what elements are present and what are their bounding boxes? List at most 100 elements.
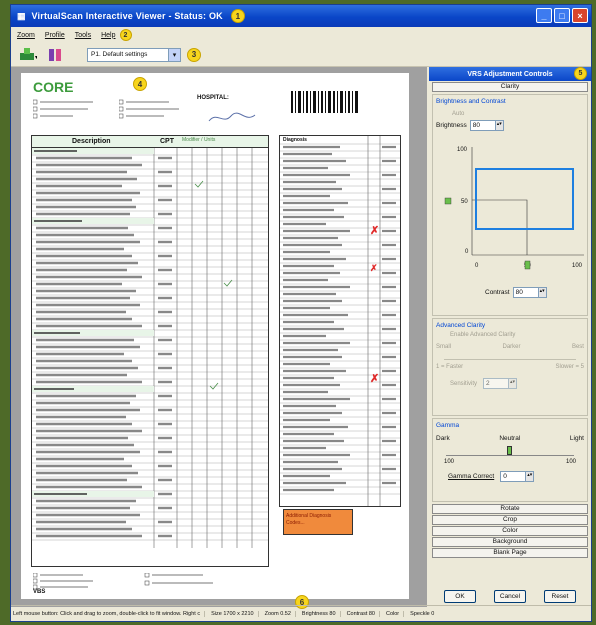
spinner-arrows-icon: ▴▾ <box>508 379 517 388</box>
profile-dropdown[interactable]: P1. Default settings ▾ <box>87 47 181 62</box>
profile-dropdown-value: P1. Default settings <box>91 51 148 58</box>
gamma-correct-spinner[interactable]: 0 ▴▾ <box>500 471 535 482</box>
diagnosis-table: Diagnosis ✗ ✗ ✗ <box>279 135 401 507</box>
sensitivity-row: Sensitivity 2 ▴▾ <box>450 378 584 389</box>
advanced-scale-2: 1 = Faster Slower = 5 <box>436 364 584 370</box>
brightness-spinner[interactable]: 80 ▴▾ <box>469 120 504 131</box>
horizontal-slider-thumb <box>524 260 531 270</box>
menu-bar: Zoom Profile Tools Help 2 <box>11 27 591 43</box>
procedure-table: Description CPT Modifier / Units <box>31 135 269 567</box>
scale-slower: Slower = 5 <box>555 364 584 370</box>
callout-2: 2 <box>119 29 132 41</box>
sensitivity-value: 2 <box>486 380 490 387</box>
profile-icon <box>49 48 61 61</box>
sensitivity-spinner[interactable]: 2 ▴▾ <box>483 378 518 389</box>
vertical-slider-thumb <box>444 197 452 205</box>
title-bar[interactable]: ▦ VirtualScan Interactive Viewer - Statu… <box>11 5 591 27</box>
status-speckle: Speckle 0 <box>410 610 435 617</box>
tab-background[interactable]: Background <box>432 537 588 547</box>
scale-best: Best <box>571 344 584 350</box>
status-size: Size 1700 x 2210 <box>211 610 259 617</box>
red-check-mark: ✗ <box>370 373 380 385</box>
status-brightness: Brightness 80 <box>302 610 341 617</box>
status-zoom: Zoom 0.52 <box>265 610 296 617</box>
gamma-slider-thumb[interactable] <box>507 446 513 455</box>
ok-button[interactable]: OK <box>444 590 476 603</box>
tab-rotate[interactable]: Rotate <box>432 504 588 514</box>
sensitivity-label: Sensitivity <box>450 380 478 387</box>
panel-buttons: OK Cancel Reset <box>429 590 591 603</box>
tab-clarity[interactable]: Clarity <box>432 82 588 92</box>
minimize-button[interactable]: _ <box>536 8 552 23</box>
signature <box>207 111 257 127</box>
brightness-contrast-group: Brightness and Contrast Auto Brightness … <box>432 94 588 316</box>
gamma-group-label: Gamma <box>436 422 460 429</box>
callout-3: 3 <box>187 47 201 62</box>
gamma-tick-right: 100 <box>565 459 576 465</box>
col-description: Description <box>72 138 111 145</box>
app-icon: ▦ <box>17 10 26 21</box>
tab-color[interactable]: Color <box>432 526 588 536</box>
scale-faster: 1 = Faster <box>436 364 464 370</box>
spinner-arrows-icon: ▴▾ <box>525 472 534 481</box>
brightness-label: Brightness <box>436 122 467 129</box>
tab-crop[interactable]: Crop <box>432 515 588 525</box>
panel-title-bar: VRS Adjustment Controls 5 <box>429 67 591 81</box>
profile-button[interactable] <box>45 46 67 64</box>
gamma-correct-value: 0 <box>503 473 507 480</box>
col-cpt: CPT <box>160 138 174 145</box>
menu-profile[interactable]: Profile <box>45 32 65 39</box>
gamma-slider[interactable] <box>446 444 574 456</box>
col-modifier: Modifier / Units <box>182 137 216 143</box>
footer-logo: VBS <box>33 589 45 595</box>
callout-1: 1 <box>230 9 245 23</box>
scanned-page[interactable]: CORE 4 HOSPITAL: Description CPT Modifie… <box>21 73 409 599</box>
panel-title: VRS Adjustment Controls <box>467 70 553 78</box>
gamma-correct-label: Gamma Correct <box>448 473 495 480</box>
hospital-label: HOSPITAL: <box>197 95 229 101</box>
gamma-scale: Dark Neutral Light <box>436 435 584 442</box>
callout-4: 4 <box>133 77 147 91</box>
menu-help[interactable]: Help <box>101 32 115 39</box>
brightness-row: Brightness 80 ▴▾ <box>436 120 584 131</box>
gamma-tick-left: 100 <box>444 459 455 465</box>
highlighted-note: Additional Diagnosis Codes... <box>283 509 353 535</box>
brand-logo: CORE <box>33 79 74 95</box>
advanced-scale: Small Darker Best <box>436 344 584 350</box>
form-checkboxes-2 <box>118 99 189 121</box>
table-header: Description CPT Modifier / Units <box>32 136 268 148</box>
close-button[interactable]: × <box>572 8 588 23</box>
status-color: Color <box>386 610 405 617</box>
cancel-button[interactable]: Cancel <box>494 590 526 603</box>
contrast-spinner[interactable]: 80 ▴▾ <box>512 287 547 298</box>
contrast-value: 80 <box>515 289 523 296</box>
document-viewer[interactable]: CORE 4 HOSPITAL: Description CPT Modifie… <box>11 67 427 609</box>
graph-y-tick: 0 <box>465 249 469 255</box>
section-tabs: Rotate Crop Color Background Blank Page <box>429 504 591 558</box>
advanced-slider[interactable] <box>444 352 576 360</box>
enable-advanced-label[interactable]: Enable Advanced Clarity <box>450 332 584 338</box>
app-window: ▦ VirtualScan Interactive Viewer - Statu… <box>10 4 592 622</box>
maximize-button[interactable]: □ <box>554 8 570 23</box>
form-checkboxes-1 <box>32 99 103 121</box>
contrast-row: Contrast 80 ▴▾ <box>485 287 547 298</box>
barcode <box>291 91 361 119</box>
gamma-light: Light <box>569 435 584 442</box>
reset-button[interactable]: Reset <box>544 590 576 603</box>
scale-darker: Darker <box>502 344 521 350</box>
menu-zoom[interactable]: Zoom <box>17 32 35 39</box>
scan-button[interactable]: ▾ <box>17 46 39 64</box>
red-check-mark: ✗ <box>370 225 380 237</box>
status-bar: Left mouse button: Click and drag to zoo… <box>11 605 591 621</box>
scale-small: Small <box>436 344 452 350</box>
brightness-value: 80 <box>472 122 480 129</box>
window-title: VirtualScan Interactive Viewer - Status:… <box>31 11 223 21</box>
table-lines <box>32 148 268 566</box>
graph-x-tick: 100 <box>572 263 583 269</box>
tab-blank-page[interactable]: Blank Page <box>432 548 588 558</box>
status-help: Left mouse button: Click and drag to zoo… <box>13 610 206 617</box>
status-contrast: Contrast 80 <box>347 610 380 617</box>
menu-tools[interactable]: Tools <box>75 32 91 39</box>
graph-x-tick: 0 <box>475 263 479 269</box>
adjustment-panel: VRS Adjustment Controls 5 Clarity Bright… <box>429 67 591 607</box>
